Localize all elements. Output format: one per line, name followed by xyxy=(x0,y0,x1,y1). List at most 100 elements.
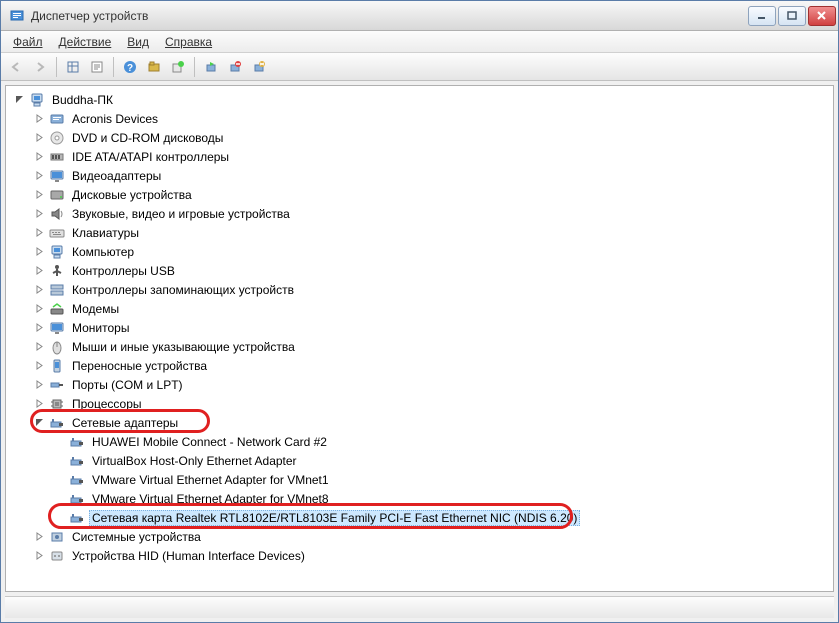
tree-item-network-child[interactable]: VMware Virtual Ethernet Adapter for VMne… xyxy=(8,489,831,508)
tree-item[interactable]: Acronis Devices xyxy=(8,109,831,128)
expander-icon[interactable] xyxy=(34,265,45,276)
tree-item[interactable]: Мыши и иные указывающие устройства xyxy=(8,337,831,356)
expander-icon[interactable] xyxy=(34,284,45,295)
device-category-icon xyxy=(49,282,65,298)
expander-icon[interactable] xyxy=(34,531,45,542)
tree-label: VirtualBox Host-Only Ethernet Adapter xyxy=(89,453,300,469)
tree-item[interactable]: Системные устройства xyxy=(8,527,831,546)
menu-file[interactable]: Файл xyxy=(5,32,51,52)
svg-text:?: ? xyxy=(127,63,133,74)
expander-icon[interactable] xyxy=(34,208,45,219)
expander-icon[interactable] xyxy=(34,379,45,390)
tree-item[interactable]: IDE ATA/ATAPI контроллеры xyxy=(8,147,831,166)
network-adapter-icon xyxy=(69,453,85,469)
device-category-icon xyxy=(49,206,65,222)
menu-help[interactable]: Справка xyxy=(157,32,220,52)
tree-pane[interactable]: Buddha-ПК Acronis Devices DVD и CD-ROM д… xyxy=(5,85,834,592)
tree-item-network-child[interactable]: Сетевая карта Realtek RTL8102E/RTL8103E … xyxy=(8,508,831,527)
tree-label: Buddha-ПК xyxy=(49,92,116,108)
tree-item[interactable]: Компьютер xyxy=(8,242,831,261)
tree-label: Видеоадаптеры xyxy=(69,168,164,184)
expander-icon[interactable] xyxy=(34,246,45,257)
device-category-icon xyxy=(49,130,65,146)
device-category-icon xyxy=(49,548,65,564)
menu-view[interactable]: Вид xyxy=(119,32,157,52)
tree-item-network-child[interactable]: VMware Virtual Ethernet Adapter for VMne… xyxy=(8,470,831,489)
show-hide-tree-button[interactable] xyxy=(62,56,84,78)
device-manager-window: Диспетчер устройств Файл Действие Вид Сп… xyxy=(0,0,839,623)
network-adapter-icon xyxy=(69,510,85,526)
update-driver-button[interactable] xyxy=(167,56,189,78)
tree-item[interactable]: Переносные устройства xyxy=(8,356,831,375)
tree-label: Процессоры xyxy=(69,396,145,412)
device-category-icon xyxy=(49,529,65,545)
tree-label: Сетевые адаптеры xyxy=(69,415,181,431)
tree-label: Модемы xyxy=(69,301,122,317)
tree-label: Звуковые, видео и игровые устройства xyxy=(69,206,293,222)
tree-label: Порты (COM и LPT) xyxy=(69,377,186,393)
device-category-icon xyxy=(49,396,65,412)
tree-item-network-adapters[interactable]: Сетевые адаптеры xyxy=(8,413,831,432)
device-category-icon xyxy=(49,339,65,355)
enable-device-button[interactable] xyxy=(200,56,222,78)
forward-button[interactable] xyxy=(29,56,51,78)
tree-item[interactable]: Видеоадаптеры xyxy=(8,166,831,185)
expander-icon[interactable] xyxy=(34,550,45,561)
tree-label: Устройства HID (Human Interface Devices) xyxy=(69,548,308,564)
tree-label: Мониторы xyxy=(69,320,132,336)
tree-root[interactable]: Buddha-ПК xyxy=(8,90,831,109)
minimize-button[interactable] xyxy=(748,6,776,26)
uninstall-device-button[interactable] xyxy=(248,56,270,78)
tree-item[interactable]: Мониторы xyxy=(8,318,831,337)
expander-icon[interactable] xyxy=(34,303,45,314)
tree-label: Дисковые устройства xyxy=(69,187,195,203)
expander-icon[interactable] xyxy=(34,322,45,333)
device-category-icon xyxy=(49,187,65,203)
expander-icon[interactable] xyxy=(34,170,45,181)
expander-icon[interactable] xyxy=(34,132,45,143)
expander-icon[interactable] xyxy=(14,94,25,105)
help-button[interactable]: ? xyxy=(119,56,141,78)
tree-label: Acronis Devices xyxy=(69,111,161,127)
expander-icon[interactable] xyxy=(34,113,45,124)
tree-item[interactable]: Процессоры xyxy=(8,394,831,413)
scan-hardware-button[interactable] xyxy=(143,56,165,78)
tree-item[interactable]: Устройства HID (Human Interface Devices) xyxy=(8,546,831,565)
menubar: Файл Действие Вид Справка xyxy=(1,31,838,53)
tree-item[interactable]: Контроллеры запоминающих устройств xyxy=(8,280,831,299)
properties-button[interactable] xyxy=(86,56,108,78)
tree-label: IDE ATA/ATAPI контроллеры xyxy=(69,149,232,165)
tree-item[interactable]: Дисковые устройства xyxy=(8,185,831,204)
expander-icon[interactable] xyxy=(34,227,45,238)
expander-icon[interactable] xyxy=(34,341,45,352)
network-adapter-icon xyxy=(69,434,85,450)
computer-icon xyxy=(29,92,45,108)
close-button[interactable] xyxy=(808,6,836,26)
toolbar: ? xyxy=(1,53,838,81)
tree-item-network-child[interactable]: HUAWEI Mobile Connect - Network Card #2 xyxy=(8,432,831,451)
maximize-button[interactable] xyxy=(778,6,806,26)
tree-item[interactable]: Клавиатуры xyxy=(8,223,831,242)
tree-item[interactable]: DVD и CD-ROM дисководы xyxy=(8,128,831,147)
tree-item[interactable]: Контроллеры USB xyxy=(8,261,831,280)
tree-item[interactable]: Порты (COM и LPT) xyxy=(8,375,831,394)
disable-device-button[interactable] xyxy=(224,56,246,78)
tree-label: VMware Virtual Ethernet Adapter for VMne… xyxy=(89,491,332,507)
device-category-icon xyxy=(49,301,65,317)
tree-item[interactable]: Модемы xyxy=(8,299,831,318)
tree-label: Переносные устройства xyxy=(69,358,210,374)
expander-icon[interactable] xyxy=(34,417,45,428)
tree-label: Сетевая карта Realtek RTL8102E/RTL8103E … xyxy=(89,510,580,526)
titlebar[interactable]: Диспетчер устройств xyxy=(1,1,838,31)
menu-action[interactable]: Действие xyxy=(51,32,120,52)
tree-item[interactable]: Звуковые, видео и игровые устройства xyxy=(8,204,831,223)
tree-label: Мыши и иные указывающие устройства xyxy=(69,339,298,355)
expander-icon[interactable] xyxy=(34,398,45,409)
expander-icon[interactable] xyxy=(34,189,45,200)
expander-icon[interactable] xyxy=(34,151,45,162)
back-button[interactable] xyxy=(5,56,27,78)
tree-item-network-child[interactable]: VirtualBox Host-Only Ethernet Adapter xyxy=(8,451,831,470)
expander-icon[interactable] xyxy=(34,360,45,371)
app-icon xyxy=(9,8,25,24)
statusbar xyxy=(5,596,834,618)
